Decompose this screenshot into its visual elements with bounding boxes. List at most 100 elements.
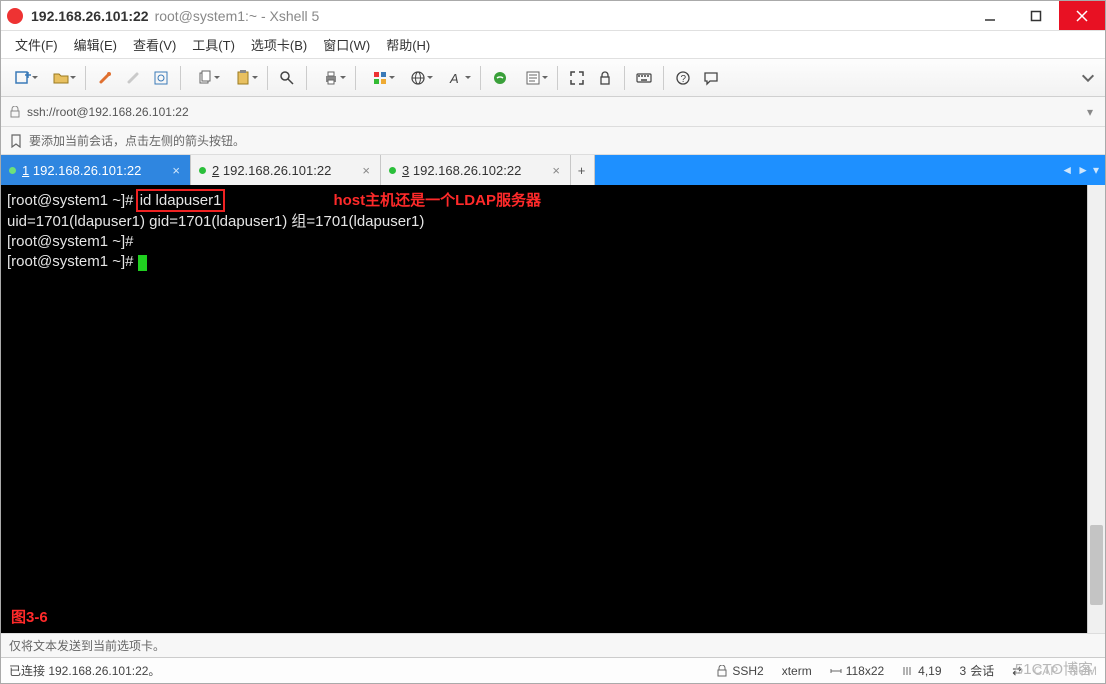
status-dot-icon bbox=[389, 167, 396, 174]
terminal-area: [root@system1 ~]# id ldapuser1 host主机还是一… bbox=[1, 185, 1105, 633]
highlighted-command: id ldapuser1 bbox=[136, 189, 226, 212]
tab-next-icon[interactable]: ► bbox=[1077, 163, 1089, 177]
toolbar-separator bbox=[180, 66, 181, 90]
num-indicator: NUM bbox=[1070, 664, 1097, 678]
toolbar-separator bbox=[480, 66, 481, 90]
status-bar: 已连接 192.168.26.101:22。 SSH2 xterm 118x22… bbox=[1, 657, 1105, 683]
size-icon bbox=[830, 665, 842, 677]
svg-text:A: A bbox=[449, 71, 459, 86]
tab-number: 1 bbox=[22, 163, 29, 178]
properties-button[interactable] bbox=[148, 65, 174, 91]
toolbar-separator bbox=[624, 66, 625, 90]
prompt: [root@system1 ~]# bbox=[7, 192, 138, 209]
annotation-text: host主机还是一个LDAP服务器 bbox=[333, 192, 541, 209]
fullscreen-button[interactable] bbox=[564, 65, 590, 91]
window-buttons bbox=[967, 1, 1105, 30]
session-tab-1[interactable]: 1 192.168.26.101:22 × bbox=[1, 155, 191, 185]
title-rest: root@system1:~ - Xshell 5 bbox=[155, 8, 320, 24]
toolbar-separator bbox=[85, 66, 86, 90]
open-button[interactable] bbox=[43, 65, 79, 91]
menu-view[interactable]: 查看(V) bbox=[125, 31, 184, 58]
tab-nav: ◄ ► ▾ bbox=[1061, 155, 1099, 185]
paste-button[interactable] bbox=[225, 65, 261, 91]
new-session-button[interactable] bbox=[5, 65, 41, 91]
menu-bar: 文件(F) 编辑(E) 查看(V) 工具(T) 选项卡(B) 窗口(W) 帮助(… bbox=[1, 31, 1105, 59]
close-button[interactable] bbox=[1059, 1, 1105, 30]
arrows-icon: ⇄ bbox=[1012, 664, 1022, 678]
app-window: 192.168.26.101:22 root@system1:~ - Xshel… bbox=[0, 0, 1106, 684]
minimize-button[interactable] bbox=[967, 1, 1013, 30]
scrollbar-thumb[interactable] bbox=[1090, 525, 1103, 605]
bookmark-icon[interactable] bbox=[9, 134, 23, 148]
menu-window[interactable]: 窗口(W) bbox=[315, 31, 378, 58]
keyboard-button[interactable] bbox=[631, 65, 657, 91]
menu-card[interactable]: 选项卡(B) bbox=[243, 31, 315, 58]
svg-text:?: ? bbox=[681, 74, 687, 85]
hint-bar: 要添加当前会话，点击左侧的箭头按钮。 bbox=[1, 127, 1105, 155]
title-bar: 192.168.26.101:22 root@system1:~ - Xshel… bbox=[1, 1, 1105, 31]
chat-button[interactable] bbox=[698, 65, 724, 91]
terminal[interactable]: [root@system1 ~]# id ldapuser1 host主机还是一… bbox=[1, 185, 1087, 633]
toolbar-separator bbox=[306, 66, 307, 90]
figure-label: 图3-6 bbox=[11, 608, 48, 627]
menu-edit[interactable]: 编辑(E) bbox=[66, 31, 125, 58]
status-cursor-pos: 4,19 bbox=[902, 664, 941, 678]
status-dot-icon bbox=[9, 167, 16, 174]
status-connection: 已连接 192.168.26.101:22。 bbox=[9, 662, 160, 679]
tab-label: 192.168.26.102:22 bbox=[413, 163, 521, 178]
tab-list-icon[interactable]: ▾ bbox=[1093, 163, 1099, 177]
prompt: [root@system1 ~]# bbox=[7, 233, 134, 250]
cursor-icon bbox=[138, 255, 147, 271]
prompt: [root@system1 ~]# bbox=[7, 253, 138, 270]
print-button[interactable] bbox=[313, 65, 349, 91]
tab-close-icon[interactable]: × bbox=[172, 163, 180, 178]
lock-icon bbox=[716, 665, 728, 677]
color-scheme-button[interactable] bbox=[362, 65, 398, 91]
session-tab-2[interactable]: 2 192.168.26.101:22 × bbox=[191, 155, 381, 185]
toolbar-separator bbox=[355, 66, 356, 90]
status-sessions: 3 会话 bbox=[960, 662, 995, 679]
add-tab-button[interactable]: + bbox=[571, 155, 595, 185]
vertical-scrollbar[interactable] bbox=[1087, 185, 1105, 633]
script-button[interactable] bbox=[515, 65, 551, 91]
find-button[interactable] bbox=[274, 65, 300, 91]
help-button[interactable]: ? bbox=[670, 65, 696, 91]
font-button[interactable]: A bbox=[438, 65, 474, 91]
copy-button[interactable] bbox=[187, 65, 223, 91]
maximize-button[interactable] bbox=[1013, 1, 1059, 30]
address-text[interactable]: ssh://root@192.168.26.101:22 bbox=[27, 105, 1077, 119]
menu-file[interactable]: 文件(F) bbox=[7, 31, 66, 58]
address-dropdown-icon[interactable]: ▾ bbox=[1083, 105, 1097, 119]
tab-prev-icon[interactable]: ◄ bbox=[1061, 163, 1073, 177]
disconnect-button[interactable] bbox=[120, 65, 146, 91]
tab-number: 2 bbox=[212, 163, 219, 178]
tab-label: 192.168.26.101:22 bbox=[33, 163, 141, 178]
toolbar-separator bbox=[267, 66, 268, 90]
compose-bar: 仅将文本发送到当前选项卡。 bbox=[1, 633, 1105, 657]
pos-icon bbox=[902, 665, 914, 677]
status-term-type: xterm bbox=[782, 664, 812, 678]
toolbar-separator bbox=[557, 66, 558, 90]
menu-help[interactable]: 帮助(H) bbox=[378, 31, 438, 58]
app-icon bbox=[7, 8, 23, 24]
compose-hint[interactable]: 仅将文本发送到当前选项卡。 bbox=[9, 637, 165, 654]
tab-number: 3 bbox=[402, 163, 409, 178]
status-protocol: SSH2 bbox=[716, 664, 763, 678]
toolbar: A ? bbox=[1, 59, 1105, 97]
tab-strip: 1 192.168.26.101:22 × 2 192.168.26.101:2… bbox=[1, 155, 1105, 185]
reconnect-button[interactable] bbox=[92, 65, 118, 91]
encoding-button[interactable] bbox=[400, 65, 436, 91]
toolbar-overflow-button[interactable] bbox=[1075, 65, 1101, 91]
session-tab-3[interactable]: 3 192.168.26.102:22 × bbox=[381, 155, 571, 185]
tab-close-icon[interactable]: × bbox=[362, 163, 370, 178]
tab-close-icon[interactable]: × bbox=[552, 163, 560, 178]
address-bar: ssh://root@192.168.26.101:22 ▾ bbox=[1, 97, 1105, 127]
lock-button[interactable] bbox=[592, 65, 618, 91]
lock-icon bbox=[9, 106, 21, 118]
caps-indicator: CAP bbox=[1034, 664, 1059, 678]
toolbar-separator bbox=[663, 66, 664, 90]
status-indicators: ⇄ CAP NUM bbox=[1012, 664, 1097, 678]
xftp-button[interactable] bbox=[487, 65, 513, 91]
menu-tools[interactable]: 工具(T) bbox=[184, 31, 243, 58]
status-size: 118x22 bbox=[830, 664, 884, 678]
